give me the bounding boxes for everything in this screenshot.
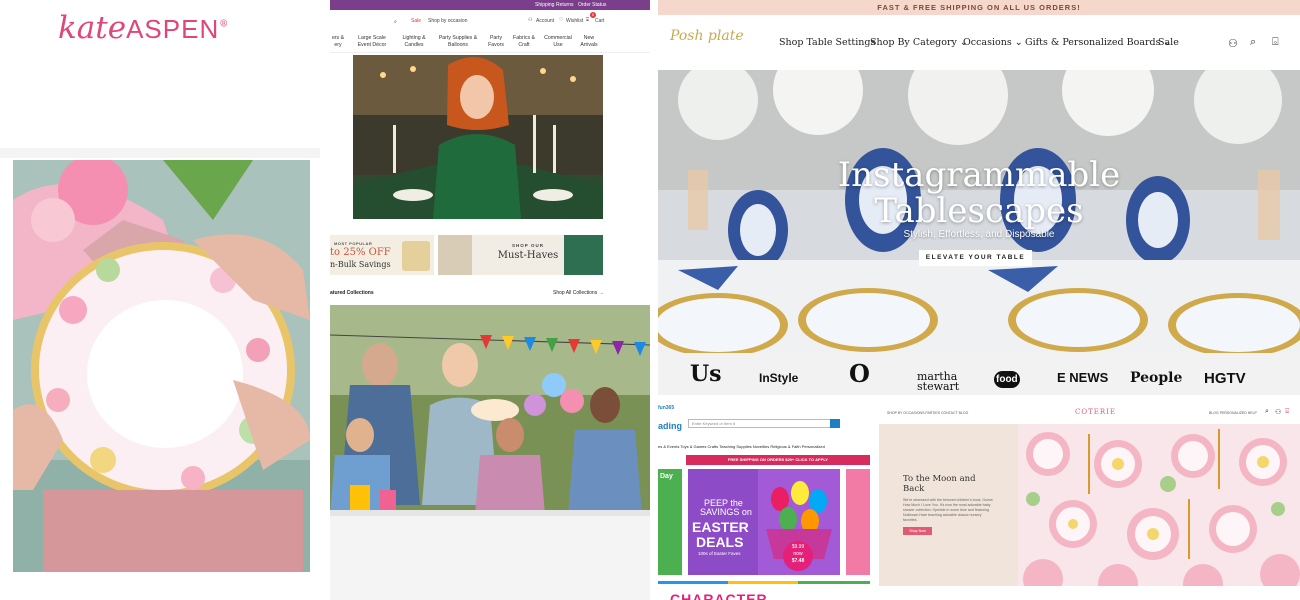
nav-item-fabrics[interactable]: Fabrics & Craft	[511, 35, 537, 49]
press-logo: HGTV	[1204, 370, 1246, 387]
search-icon[interactable]: ⌕	[394, 19, 397, 25]
hero-body-text: We're obsessed with the beloved children…	[903, 498, 993, 522]
account-link[interactable]: Account	[536, 18, 554, 24]
nav-shop-by-category[interactable]: Shop By Category ⌄	[870, 37, 968, 48]
character-heading: CHARACTER	[670, 591, 768, 600]
main-nav[interactable]: SHOP BY OCCASIONS PARTIES CONTACT BLOG	[887, 411, 968, 415]
nav-occasions[interactable]: Occasions ⌄	[963, 37, 1023, 48]
utility-bar: Shipping Returns Order Status	[330, 0, 650, 10]
nav-item-party-favors[interactable]: Party Favors	[485, 35, 507, 49]
press-logo: E NEWS	[1057, 370, 1109, 385]
hero-title-line2: Tablescapes	[874, 191, 1084, 231]
search-button[interactable]	[830, 419, 840, 428]
fun365-panel: fun365 ading Enter Keyword or Item # es …	[658, 403, 870, 600]
press-logo: InStyle	[759, 371, 799, 385]
hero-title-line1: Instagrammable	[837, 155, 1121, 195]
account-icon[interactable]: ⚇	[1275, 408, 1281, 416]
utility-nav[interactable]: BLOG PERSONALIZED HELP	[1209, 411, 1257, 415]
press-logo: People	[1130, 370, 1183, 386]
elevate-your-table-button[interactable]: ELEVATE YOUR TABLE	[919, 250, 1032, 266]
promo-tile-left[interactable]: Day	[658, 469, 682, 575]
shop-now-button[interactable]: Shop Now	[903, 527, 932, 535]
search-icon[interactable]: ⌕	[1250, 36, 1256, 49]
free-shipping-banner[interactable]: FREE SHIPPING ON ORDERS $29+ CLICK TO AP…	[686, 455, 870, 465]
color-stripe	[658, 581, 870, 584]
section-divider	[0, 148, 320, 158]
baby-shower-table-photo	[1018, 424, 1300, 586]
shop-by-occasion-link[interactable]: Shop by occasion	[428, 18, 467, 24]
shipping-link[interactable]: Shipping	[535, 2, 554, 8]
party-store-panel: Shipping Returns Order Status ⌕ Sale Sho…	[330, 0, 650, 600]
press-logos-bar: Us InStyle O martha stewart food E NEWS …	[658, 353, 1300, 395]
wishlist-icon[interactable]: ♡	[559, 17, 563, 23]
main-nav: ers & ery Large Scale Event Décor Lighting…	[330, 31, 650, 53]
nav-item-new-arrivals[interactable]: New Arrivals	[578, 35, 600, 49]
birthday-party-photo	[330, 305, 650, 600]
shipping-banner: FAST & FREE SHIPPING ON ALL US ORDERS!	[658, 0, 1300, 15]
promo-bulk-savings[interactable]: MOST POPULAR to 25% OFF n-Bulk Savings	[330, 235, 434, 275]
cart-link[interactable]: Cart	[595, 18, 604, 24]
category-nav[interactable]: es & Events Toys & Games Crafts Teaching…	[658, 444, 870, 452]
nav-gifts-personalized-boards[interactable]: Gifts & Personalized Boards ⌄	[1025, 37, 1172, 48]
fun365-logo-small[interactable]: fun365	[658, 405, 674, 411]
nav-item-party-supplies[interactable]: Party Supplies & Balloons	[436, 35, 480, 49]
nav-shop-table-settings[interactable]: Shop Table Settings	[779, 37, 875, 48]
sale-link[interactable]: Sale	[411, 18, 421, 24]
wishlist-link[interactable]: Wishlist	[566, 18, 583, 24]
posh-plate-logo[interactable]: Posh plate	[670, 28, 744, 44]
nav-item-flowers[interactable]: ers & ery	[330, 35, 346, 49]
cart-icon[interactable]: ⌺	[1272, 36, 1279, 49]
site-header: ⌕ Sale Shop by occasion ⚇ Account ♡ Wish…	[330, 10, 650, 30]
cart-icon[interactable]: ⌺	[1285, 408, 1289, 416]
coterie-logo[interactable]: COTERIE	[1075, 408, 1116, 416]
nav-item-lighting[interactable]: Lighting & Candles	[398, 35, 430, 49]
press-logo: Us	[690, 361, 722, 387]
account-icon[interactable]: ⚇	[1228, 37, 1238, 50]
hero-subtitle: Stylish, Effortless, and Disposable	[903, 229, 1055, 240]
promo-tile-right[interactable]	[846, 469, 870, 575]
posh-plate-panel: FAST & FREE SHIPPING ON ALL US ORDERS! P…	[658, 0, 1300, 395]
nav-item-commercial[interactable]: Commercial Use	[540, 35, 576, 49]
press-logo: food	[994, 371, 1020, 388]
hero-heading: To the Moon and Back	[903, 474, 976, 494]
nav-sale[interactable]: Sale	[1158, 37, 1179, 48]
account-icon[interactable]: ⚇	[528, 17, 532, 23]
cart-icon[interactable]: ⌺	[586, 17, 589, 23]
order-status-link[interactable]: Order Status	[578, 2, 606, 8]
search-input[interactable]: Enter Keyword or Item #	[688, 419, 840, 428]
nav-item-large-scale[interactable]: Large Scale Event Décor	[354, 35, 390, 49]
hero-image[interactable]	[353, 55, 603, 219]
floral-plate-photo	[13, 160, 310, 572]
promo-must-haves[interactable]: SHOP OUR Must-Haves	[438, 235, 603, 275]
featured-collections-title: atured Collections	[330, 290, 374, 296]
shop-all-collections-link[interactable]: Shop All Collections →	[553, 290, 604, 296]
kate-aspen-logo[interactable]: kateASPEN®	[58, 10, 228, 46]
press-logo: martha stewart	[917, 370, 960, 393]
returns-link[interactable]: Returns	[556, 2, 574, 8]
coterie-panel: SHOP BY OCCASIONS PARTIES CONTACT BLOG B…	[879, 403, 1300, 600]
search-icon[interactable]: ⌕	[1265, 408, 1269, 416]
site-logo[interactable]: ading	[658, 421, 682, 431]
featured-collections-row: atured Collections Shop All Collections …	[330, 288, 650, 298]
easter-deals-promo[interactable]: PEEP the SAVINGS on EASTER DEALS 100s of…	[688, 469, 840, 575]
kate-aspen-panel: kateASPEN®	[0, 0, 320, 600]
press-logo: O	[849, 359, 870, 388]
